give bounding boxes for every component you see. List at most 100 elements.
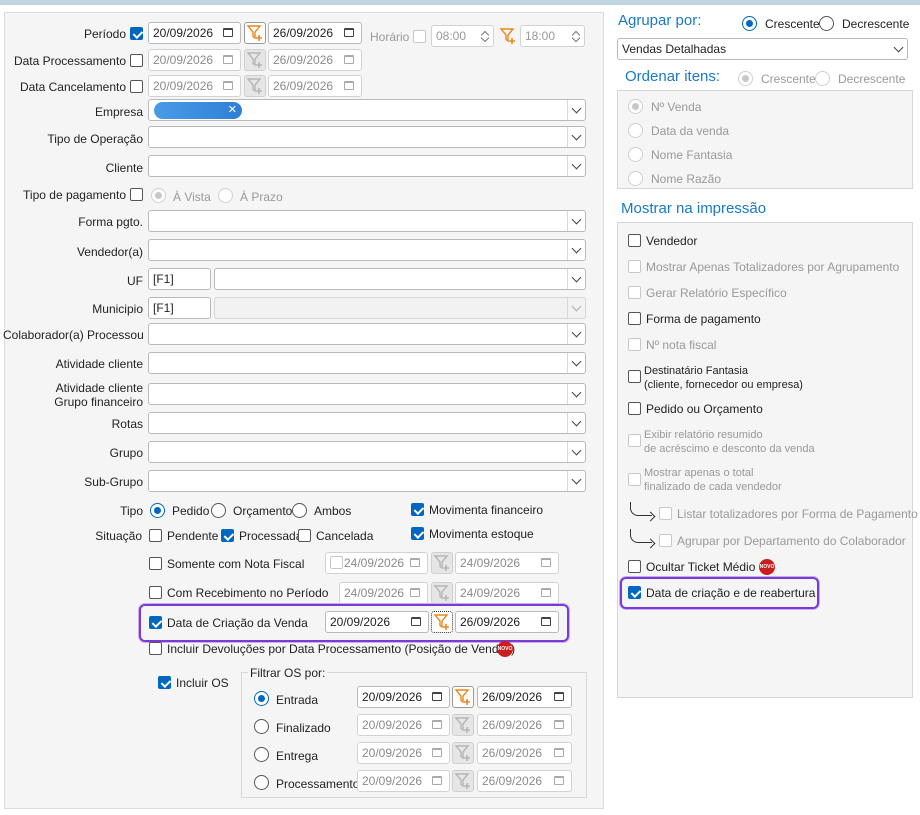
grupo-select[interactable] [148, 441, 586, 463]
dropdown-button[interactable] [567, 298, 585, 318]
tipo-orcamento-radio[interactable] [211, 503, 226, 518]
calendar-icon[interactable] [541, 558, 551, 567]
relatorio-especifico-checkbox[interactable] [628, 286, 641, 299]
nota-fiscal-checkbox[interactable] [628, 338, 641, 351]
situacao-processada-checkbox[interactable] [221, 529, 234, 542]
subgrupo-select[interactable] [148, 470, 586, 492]
calendar-icon[interactable] [344, 28, 354, 37]
ordenar-fantasia-radio[interactable] [628, 147, 643, 162]
data-criacao-venda-filter[interactable] [431, 611, 453, 633]
agrupar-decrescente-radio[interactable] [819, 16, 834, 31]
forma-pagamento-checkbox[interactable] [628, 312, 641, 325]
calendar-icon[interactable] [554, 748, 564, 757]
os-entrega-end[interactable]: 26/09/2026 [477, 742, 572, 764]
close-icon[interactable]: ✕ [228, 102, 237, 119]
atividade-cliente-select[interactable] [148, 352, 586, 374]
dropdown-button[interactable] [567, 127, 585, 147]
calendar-icon[interactable] [541, 617, 551, 626]
ordenar-crescente-radio[interactable] [738, 71, 753, 86]
os-entrada-start[interactable]: 20/09/2026 [357, 686, 450, 708]
situacao-pendente-checkbox[interactable] [149, 529, 162, 542]
os-entrada-radio[interactable] [254, 691, 269, 706]
date-checkbox[interactable] [330, 556, 343, 569]
calendar-icon[interactable] [223, 81, 233, 90]
calendar-icon[interactable] [432, 776, 442, 785]
somente-nota-fiscal-start[interactable]: 24/09/2026 [325, 552, 428, 574]
horario-checkbox[interactable] [413, 30, 426, 43]
dropdown-button[interactable] [567, 240, 585, 260]
calendar-icon[interactable] [410, 558, 420, 567]
vendedor-checkbox[interactable] [628, 234, 641, 247]
relatorio-resumido-checkbox[interactable] [628, 434, 641, 447]
calendar-icon[interactable] [411, 617, 421, 626]
os-entrega-filter[interactable] [452, 742, 474, 764]
movimenta-financeiro-checkbox[interactable] [411, 503, 424, 516]
avista-radio[interactable] [151, 188, 166, 203]
os-entrada-end[interactable]: 26/09/2026 [477, 686, 572, 708]
somente-nota-fiscal-end[interactable]: 24/09/2026 [455, 552, 559, 574]
spinner-icon[interactable] [572, 29, 580, 43]
os-processamento-end[interactable]: 26/09/2026 [477, 770, 572, 792]
tipo-ambos-radio[interactable] [292, 503, 307, 518]
horario-start-input[interactable]: 08:00 [431, 25, 494, 47]
dropdown-button[interactable] [567, 100, 585, 120]
os-processamento-radio[interactable] [254, 775, 269, 790]
dropdown-button[interactable] [889, 39, 907, 59]
periodo-filter-button[interactable] [244, 22, 266, 44]
total-vendedor-checkbox[interactable] [628, 473, 641, 486]
calendar-icon[interactable] [554, 692, 564, 701]
os-finalizado-filter[interactable] [452, 714, 474, 736]
tipo-pagamento-checkbox[interactable] [130, 188, 143, 201]
dropdown-button[interactable] [567, 156, 585, 176]
cliente-select[interactable] [148, 155, 586, 177]
data-processamento-end[interactable]: 26/09/2026 [268, 49, 362, 71]
incluir-devolucoes-checkbox[interactable] [149, 642, 162, 655]
empresa-select[interactable]: ✕ [148, 99, 586, 121]
com-recebimento-end[interactable]: 24/09/2026 [455, 582, 559, 604]
data-criacao-venda-start[interactable]: 20/09/2026 [325, 611, 429, 633]
ocultar-ticket-checkbox[interactable] [628, 560, 641, 573]
municipio-code-input[interactable]: [F1] [148, 297, 211, 319]
os-finalizado-radio[interactable] [254, 719, 269, 734]
ordenar-decrescente-radio[interactable] [815, 71, 830, 86]
calendar-icon[interactable] [432, 720, 442, 729]
totalizadores-checkbox[interactable] [628, 260, 641, 273]
os-processamento-start[interactable]: 20/09/2026 [357, 770, 450, 792]
calendar-icon[interactable] [432, 748, 442, 757]
com-recebimento-filter[interactable] [431, 582, 453, 604]
uf-code-input[interactable]: [F1] [148, 268, 211, 290]
calendar-icon[interactable] [432, 692, 442, 701]
calendar-icon[interactable] [541, 588, 551, 597]
periodo-checkbox[interactable] [130, 27, 143, 40]
aprazo-radio[interactable] [218, 188, 233, 203]
calendar-icon[interactable] [223, 28, 233, 37]
com-recebimento-start[interactable]: 24/09/2026 [339, 582, 428, 604]
calendar-icon[interactable] [554, 720, 564, 729]
calendar-icon[interactable] [344, 55, 354, 64]
forma-pgto-select[interactable] [148, 210, 586, 232]
os-entrega-start[interactable]: 20/09/2026 [357, 742, 450, 764]
data-cancelamento-checkbox[interactable] [130, 80, 143, 93]
ordenar-data-radio[interactable] [628, 123, 643, 138]
os-finalizado-start[interactable]: 20/09/2026 [357, 714, 450, 736]
somente-nota-fiscal-checkbox[interactable] [149, 557, 162, 570]
agrupar-crescente-radio[interactable] [742, 16, 757, 31]
colaborador-select[interactable] [148, 323, 586, 345]
data-criacao-venda-end[interactable]: 26/09/2026 [455, 611, 559, 633]
somente-nota-fiscal-filter[interactable] [431, 552, 453, 574]
agrupar-select[interactable]: Vendas Detalhadas [617, 38, 908, 60]
dropdown-button[interactable] [567, 442, 585, 462]
os-finalizado-end[interactable]: 26/09/2026 [477, 714, 572, 736]
movimenta-estoque-checkbox[interactable] [411, 527, 424, 540]
tipo-operacao-select[interactable] [148, 126, 586, 148]
os-processamento-filter[interactable] [452, 770, 474, 792]
calendar-icon[interactable] [554, 776, 564, 785]
dropdown-button[interactable] [567, 413, 585, 433]
tipo-pedido-radio[interactable] [150, 503, 165, 518]
ordenar-nvenda-radio[interactable] [628, 99, 643, 114]
dropdown-button[interactable] [567, 211, 585, 231]
data-cancelamento-start[interactable]: 20/09/2026 [148, 75, 241, 97]
data-cancelamento-filter[interactable] [244, 75, 266, 97]
calendar-icon[interactable] [410, 588, 420, 597]
municipio-select[interactable] [214, 297, 586, 319]
